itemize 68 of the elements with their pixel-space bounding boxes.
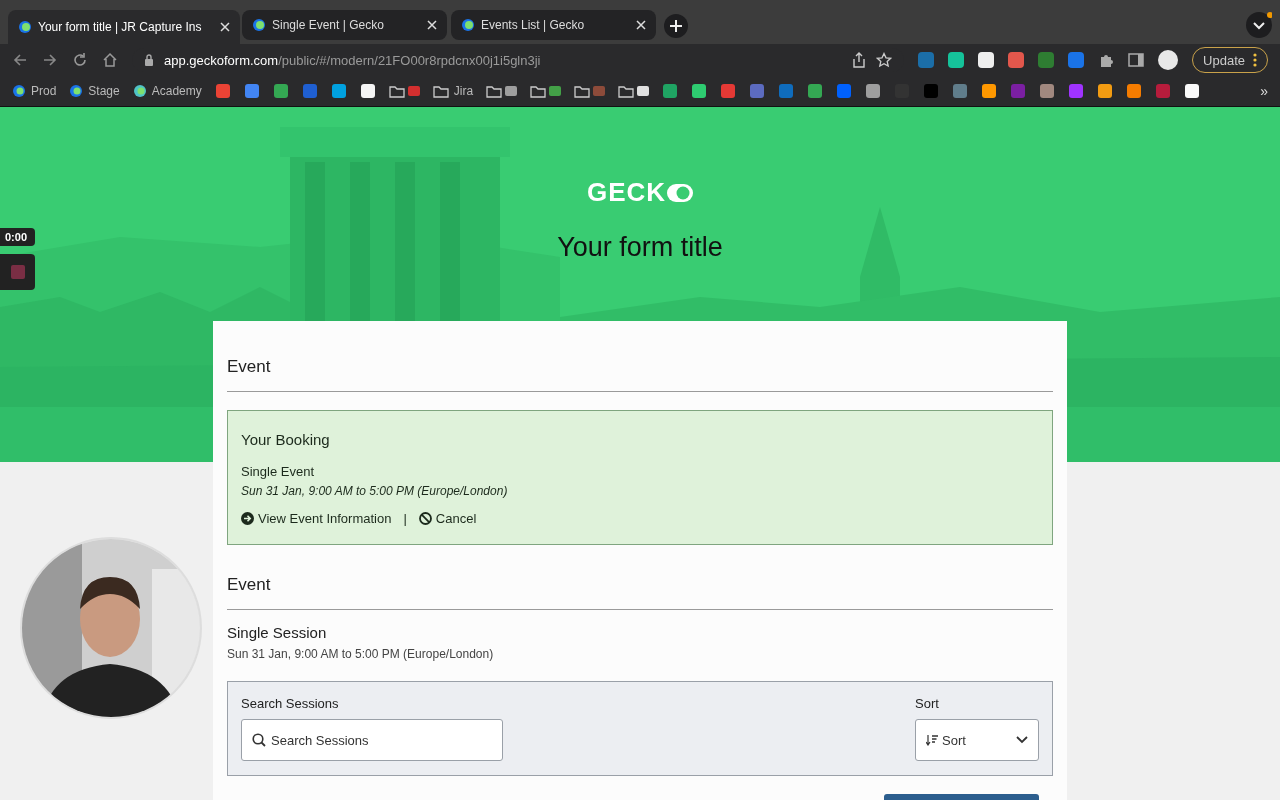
- bookmark-icon[interactable]: [691, 83, 708, 99]
- sort-dropdown[interactable]: Sort: [915, 719, 1039, 761]
- new-tab-icon[interactable]: [664, 14, 688, 38]
- star-icon[interactable]: [876, 52, 893, 68]
- bookmark-icon[interactable]: [981, 83, 998, 99]
- session-time: Sun 31 Jan, 9:00 AM to 5:00 PM (Europe/London): [227, 647, 495, 661]
- favicon-icon: [18, 20, 32, 34]
- tab-search-icon[interactable]: [1246, 12, 1272, 38]
- browser-tab[interactable]: Single Event | Gecko: [242, 10, 447, 40]
- bookmark-link[interactable]: Prod: [12, 84, 57, 98]
- gecko-logo: GECK: [586, 177, 694, 208]
- booking-heading: Your Booking: [241, 431, 331, 448]
- favicon-icon: [252, 18, 266, 32]
- browser-tab[interactable]: Your form title | JR Capture Ins: [8, 10, 240, 44]
- bookmark-link[interactable]: Jira: [432, 84, 474, 98]
- profile-avatar-icon[interactable]: [1158, 50, 1179, 70]
- close-icon[interactable]: [220, 22, 230, 32]
- field-label: Sort: [915, 696, 940, 711]
- section-heading: Event: [227, 575, 272, 595]
- folder-icon: [530, 84, 547, 98]
- event-name: Single Event: [241, 464, 315, 479]
- share-icon[interactable]: [852, 52, 867, 68]
- folder-icon: [432, 84, 449, 98]
- reload-icon[interactable]: [72, 52, 88, 68]
- more-icon: [1253, 53, 1257, 67]
- bookmark-icon[interactable]: [359, 83, 376, 99]
- form-title: Your form title: [557, 232, 723, 263]
- search-field[interactable]: Search Sessions: [241, 719, 503, 761]
- extension-icon[interactable]: [978, 52, 995, 68]
- forward-icon[interactable]: [42, 52, 58, 68]
- back-icon[interactable]: [12, 52, 28, 68]
- field-label: Search Sessions: [241, 696, 340, 711]
- favicon-icon: [461, 18, 475, 32]
- tab-title: Your form title | JR Capture Ins: [38, 20, 203, 34]
- recording-timer: 0:00: [0, 228, 35, 246]
- bookmark-icon[interactable]: [1097, 83, 1114, 99]
- session-title: Single Session: [227, 624, 328, 641]
- bookmark-icon[interactable]: [1184, 83, 1201, 99]
- folder-icon: [574, 84, 591, 98]
- tab-title: Events List | Gecko: [481, 18, 586, 32]
- tab-title: Single Event | Gecko: [272, 18, 385, 32]
- search-icon: [252, 733, 266, 747]
- sort-icon: [926, 734, 938, 746]
- stop-icon: [10, 265, 25, 279]
- url-text: app.geckoform.com/public/#/modern/21FO00r8rpdcnx00j1i5gln3ji: [164, 52, 541, 68]
- lock-icon: [144, 54, 154, 66]
- side-panel-icon[interactable]: [1128, 52, 1145, 68]
- home-icon[interactable]: [102, 52, 118, 68]
- bookmark-link[interactable]: Academy: [132, 84, 202, 98]
- browser-tab[interactable]: Events List | Gecko: [451, 10, 656, 40]
- arrow-circle-icon: [241, 512, 254, 525]
- folder-icon: [388, 84, 405, 98]
- close-icon[interactable]: [636, 20, 646, 30]
- chevron-down-icon: [1016, 736, 1028, 744]
- bookmark-link[interactable]: Stage: [69, 84, 120, 98]
- folder-icon: [486, 84, 503, 98]
- extension-icon[interactable]: [948, 52, 965, 68]
- ban-icon: [418, 512, 432, 525]
- puzzle-icon[interactable]: [1098, 52, 1115, 68]
- section-heading: Event: [227, 357, 272, 377]
- booking-link[interactable]: Cancel: [418, 511, 477, 526]
- separator: |: [402, 511, 408, 526]
- update-button[interactable]: Update: [1192, 47, 1268, 73]
- more-bookmarks-button[interactable]: »: [1260, 83, 1268, 99]
- event-time: Sun 31 Jan, 9:00 AM to 5:00 PM (Europe/London): [241, 484, 509, 498]
- close-icon[interactable]: [427, 20, 437, 30]
- booking-link[interactable]: View Event Information: [241, 511, 392, 526]
- folder-icon: [618, 84, 635, 98]
